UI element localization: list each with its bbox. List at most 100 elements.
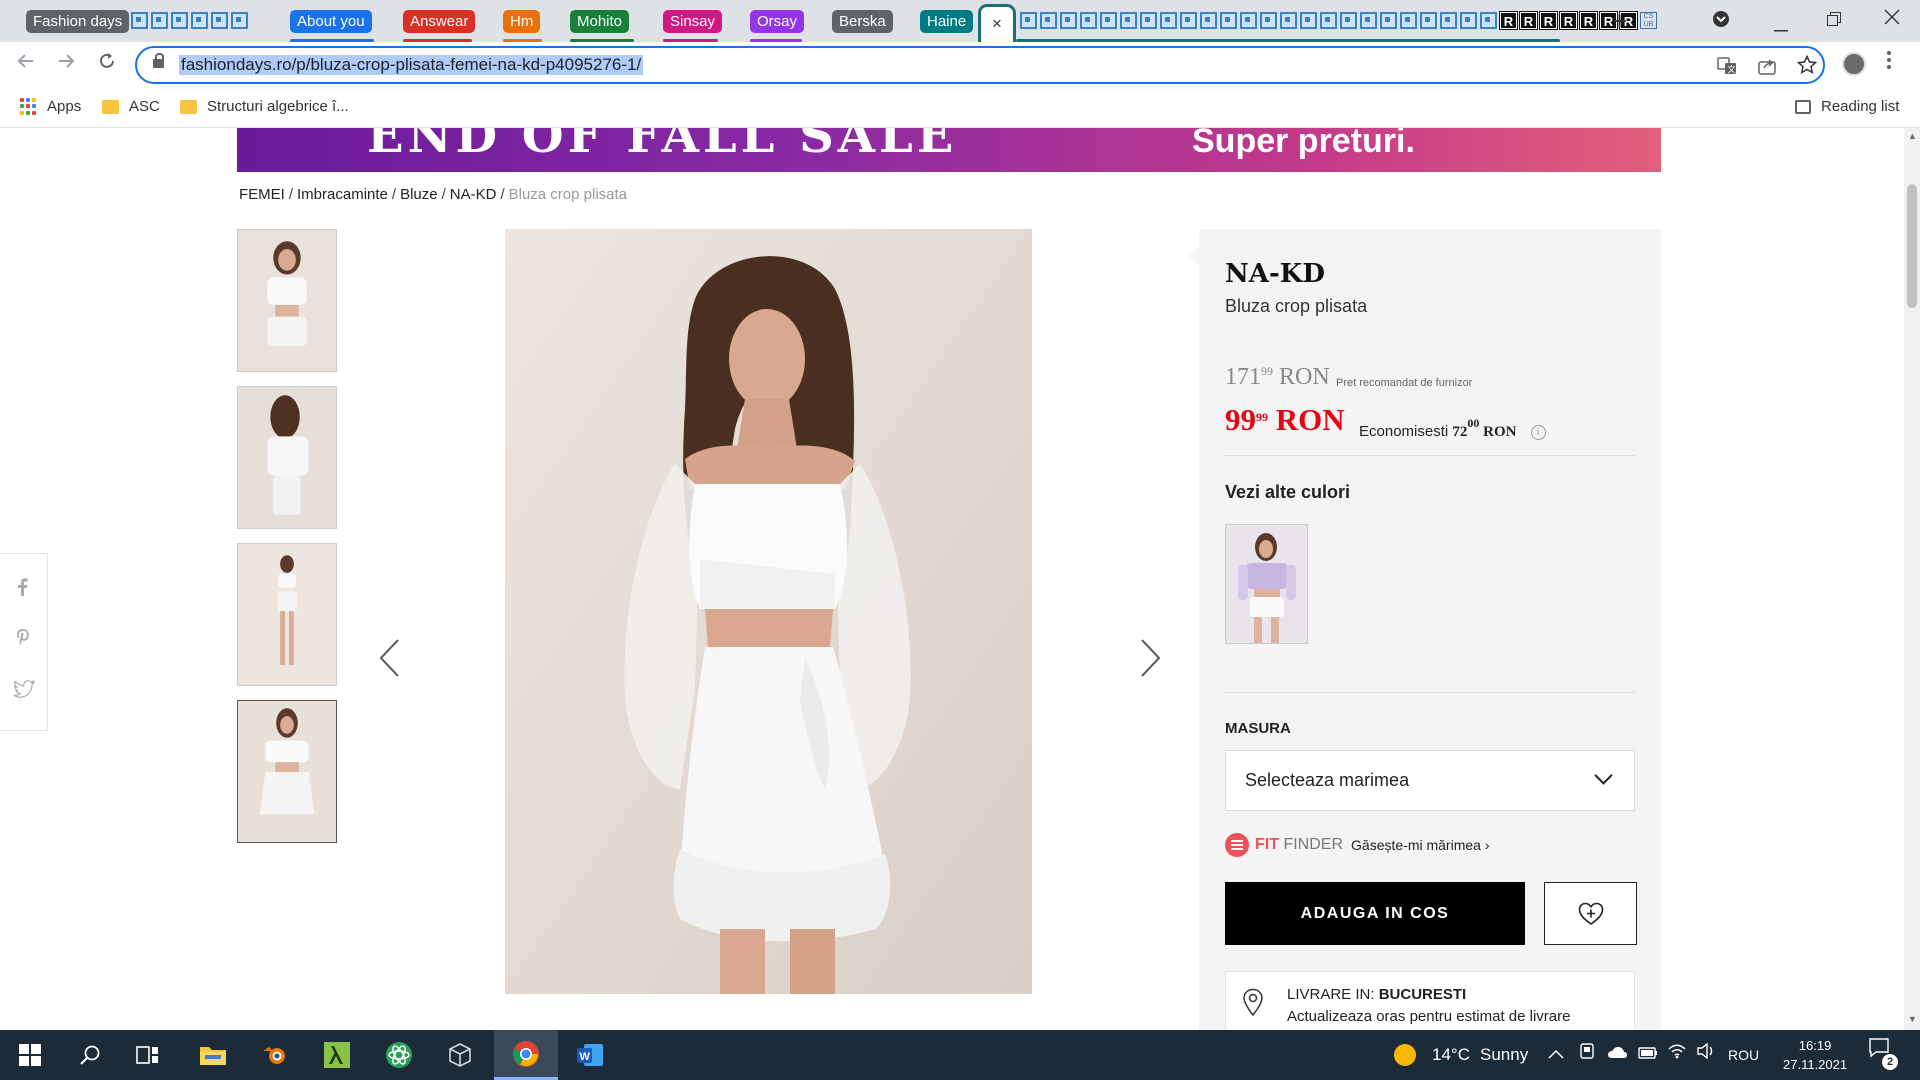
add-to-cart-button[interactable]: ADAUGA IN COS xyxy=(1225,882,1525,945)
tab-favicon-r[interactable]: R xyxy=(1539,11,1558,30)
page-scrollbar[interactable]: ▲ ▼ xyxy=(1904,128,1920,1030)
reload-icon[interactable] xyxy=(97,51,117,77)
thumbnail-3[interactable] xyxy=(237,543,337,686)
tray-device-icon[interactable] xyxy=(1580,1030,1594,1080)
tab-group-about-you[interactable]: About you xyxy=(290,10,372,33)
tab-group-orsay[interactable]: Orsay xyxy=(750,10,805,33)
clock[interactable]: 16:19 27.11.2021 xyxy=(1783,1036,1847,1074)
tab-favicon[interactable] xyxy=(1240,12,1257,29)
chrome-taskbar-button[interactable] xyxy=(494,1030,558,1080)
atom-app-button[interactable] xyxy=(369,1030,429,1080)
next-image-arrow-icon[interactable] xyxy=(1140,638,1162,689)
fit-finder-link[interactable]: Găsește-mi mărimea › xyxy=(1351,837,1489,853)
tab-favicon[interactable] xyxy=(1140,12,1157,29)
breadcrumb-link-femei[interactable]: FEMEI xyxy=(239,186,285,203)
file-explorer-button[interactable] xyxy=(183,1030,243,1080)
back-icon[interactable] xyxy=(16,51,36,77)
tab-group-fashion-days-tabs[interactable] xyxy=(131,12,248,29)
tab-favicon[interactable] xyxy=(1360,12,1377,29)
address-bar[interactable]: fashiondays.ro/p/bluza-crop-plisata-feme… xyxy=(135,46,1825,84)
profile-avatar[interactable] xyxy=(1842,52,1866,76)
tab-favicon-r[interactable]: R xyxy=(1579,11,1598,30)
delivery-subtitle[interactable]: Actualizeaza oras pentru estimat de livr… xyxy=(1287,1008,1570,1025)
tab-group-haine-tabs[interactable]: RRRRRRR CS UB xyxy=(1020,11,1657,30)
bookmark-asc[interactable]: ASC xyxy=(102,98,160,115)
tab-group-hm[interactable]: Hm xyxy=(503,10,541,33)
pinterest-icon[interactable] xyxy=(16,628,30,651)
forward-icon[interactable] xyxy=(56,51,76,77)
tab-favicon[interactable] xyxy=(231,12,248,29)
search-taskbar-button[interactable] xyxy=(60,1030,120,1080)
add-to-wishlist-button[interactable] xyxy=(1544,882,1637,945)
tab-favicon[interactable] xyxy=(1400,12,1417,29)
tab-favicon[interactable] xyxy=(1440,12,1457,29)
battery-icon[interactable] xyxy=(1638,1030,1658,1080)
facebook-icon[interactable] xyxy=(16,578,28,601)
tab-favicon[interactable] xyxy=(1340,12,1357,29)
delivery-box[interactable]: LIVRARE IN: BUCURESTI Actualizeaza oras … xyxy=(1225,971,1635,1030)
close-window-icon[interactable] xyxy=(1884,9,1900,30)
tab-group-fashion-days[interactable]: Fashion days xyxy=(26,10,130,33)
tab-favicon[interactable] xyxy=(1160,12,1177,29)
scroll-up-arrow-icon[interactable]: ▲ xyxy=(1908,131,1917,141)
tab-favicon[interactable] xyxy=(1200,12,1217,29)
tab-favicon-r[interactable]: R xyxy=(1519,11,1538,30)
previous-image-arrow-icon[interactable] xyxy=(378,638,400,689)
tab-favicon[interactable] xyxy=(1020,12,1037,29)
onedrive-cloud-icon[interactable] xyxy=(1606,1030,1628,1080)
tab-favicon[interactable] xyxy=(1320,12,1337,29)
promo-banner[interactable]: END OF FALL SALE Super preturi. xyxy=(237,128,1661,172)
menu-kebab-icon[interactable] xyxy=(1886,50,1892,76)
tab-search-icon[interactable] xyxy=(1712,10,1730,33)
restore-icon[interactable] xyxy=(1827,10,1841,31)
breadcrumb-link-imbracaminte[interactable]: Imbracaminte xyxy=(297,186,388,203)
tab-favicon[interactable] xyxy=(1060,12,1077,29)
fit-finder[interactable]: FIT FINDER Găsește-mi mărimea › xyxy=(1225,833,1489,857)
thumbnail-1[interactable] xyxy=(237,229,337,372)
tab-favicon[interactable] xyxy=(1120,12,1137,29)
delivery-city[interactable]: BUCURESTI xyxy=(1379,986,1467,1003)
task-view-button[interactable] xyxy=(118,1030,178,1080)
3d-viewer-button[interactable] xyxy=(430,1030,490,1080)
breadcrumb-link-na-kd[interactable]: NA-KD xyxy=(450,186,497,203)
tab-favicon[interactable] xyxy=(1040,12,1057,29)
tab-favicon[interactable] xyxy=(191,12,208,29)
tab-group-answear[interactable]: Answear xyxy=(403,10,476,33)
color-variant-lilac[interactable] xyxy=(1225,524,1308,644)
info-icon[interactable]: i xyxy=(1530,424,1546,440)
tray-chevron-up-icon[interactable] xyxy=(1548,1030,1564,1080)
bookmark-apps[interactable]: Apps xyxy=(20,98,81,115)
weather-sun-icon[interactable] xyxy=(1394,1044,1416,1066)
lambda-app-button[interactable] xyxy=(307,1030,367,1080)
reading-list-button[interactable]: Reading list xyxy=(1795,98,1899,115)
word-taskbar-button[interactable]: W xyxy=(560,1030,620,1080)
tab-favicon[interactable] xyxy=(151,12,168,29)
tab-favicon[interactable] xyxy=(1260,12,1277,29)
tab-group-mohito[interactable]: Mohito xyxy=(570,10,630,33)
tab-favicon[interactable] xyxy=(211,12,228,29)
tab-group-haine[interactable]: Haine xyxy=(920,10,974,33)
tab-favicon[interactable] xyxy=(1420,12,1437,29)
bookmark-structuri[interactable]: Structuri algebrice î... xyxy=(180,98,349,115)
tab-favicon[interactable] xyxy=(1380,12,1397,29)
wifi-icon[interactable] xyxy=(1668,1030,1686,1080)
bookmark-star-icon[interactable] xyxy=(1796,54,1818,80)
translate-icon[interactable]: 文 xyxy=(1717,56,1737,81)
share-icon[interactable] xyxy=(1757,56,1777,81)
tab-favicon-r[interactable]: R xyxy=(1559,11,1578,30)
tab-favicon[interactable] xyxy=(171,12,188,29)
close-tab-icon[interactable]: × xyxy=(992,14,1002,33)
start-button[interactable] xyxy=(0,1030,60,1080)
tab-group-berska[interactable]: Berska xyxy=(832,10,893,33)
tab-favicon[interactable] xyxy=(1480,12,1497,29)
thumbnail-4-selected[interactable] xyxy=(237,700,337,843)
tab-favicon[interactable] xyxy=(1220,12,1237,29)
thumbnail-2[interactable] xyxy=(237,386,337,529)
product-brand[interactable]: NA-KD xyxy=(1225,259,1325,289)
twitter-icon[interactable] xyxy=(13,679,36,703)
tab-favicon[interactable] xyxy=(1280,12,1297,29)
language-indicator[interactable]: ROU xyxy=(1728,1030,1759,1080)
minimize-icon[interactable] xyxy=(1774,16,1788,37)
tab-favicon-r[interactable]: R xyxy=(1499,11,1518,30)
volume-icon[interactable] xyxy=(1696,1030,1716,1080)
